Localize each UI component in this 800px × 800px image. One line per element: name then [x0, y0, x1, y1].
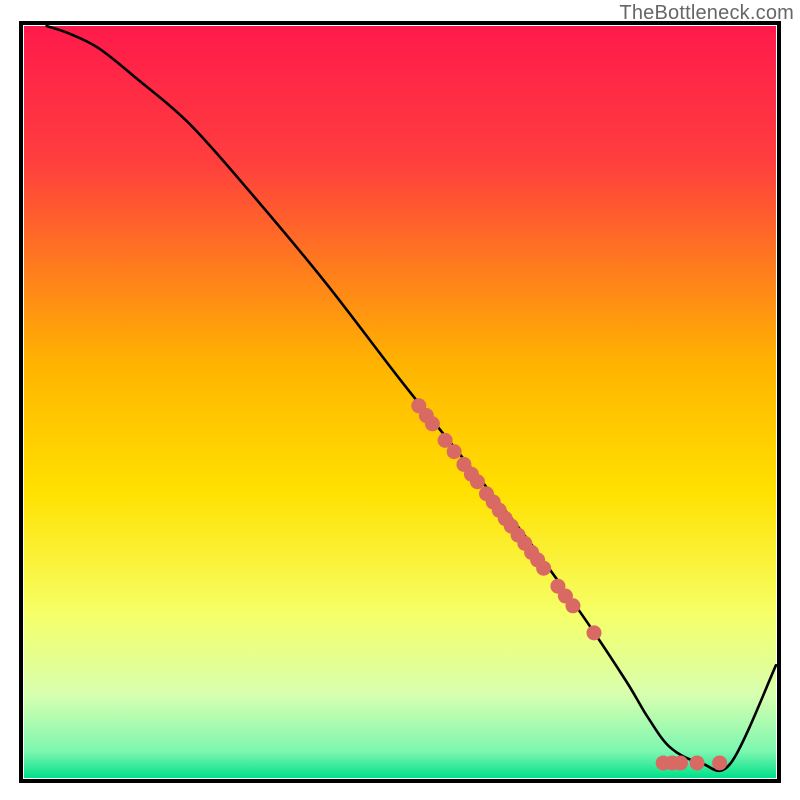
data-point: [712, 755, 727, 770]
data-point: [673, 755, 688, 770]
data-point: [690, 755, 705, 770]
chart-svg: [0, 0, 800, 800]
data-point: [565, 598, 580, 613]
data-point: [425, 416, 440, 431]
plot-area: [21, 23, 779, 781]
data-point: [470, 474, 485, 489]
data-point: [447, 444, 462, 459]
chart-background: [24, 26, 776, 778]
data-point: [587, 625, 602, 640]
data-point: [536, 561, 551, 576]
chart-container: TheBottleneck.com: [0, 0, 800, 800]
watermark-text: TheBottleneck.com: [619, 2, 794, 25]
